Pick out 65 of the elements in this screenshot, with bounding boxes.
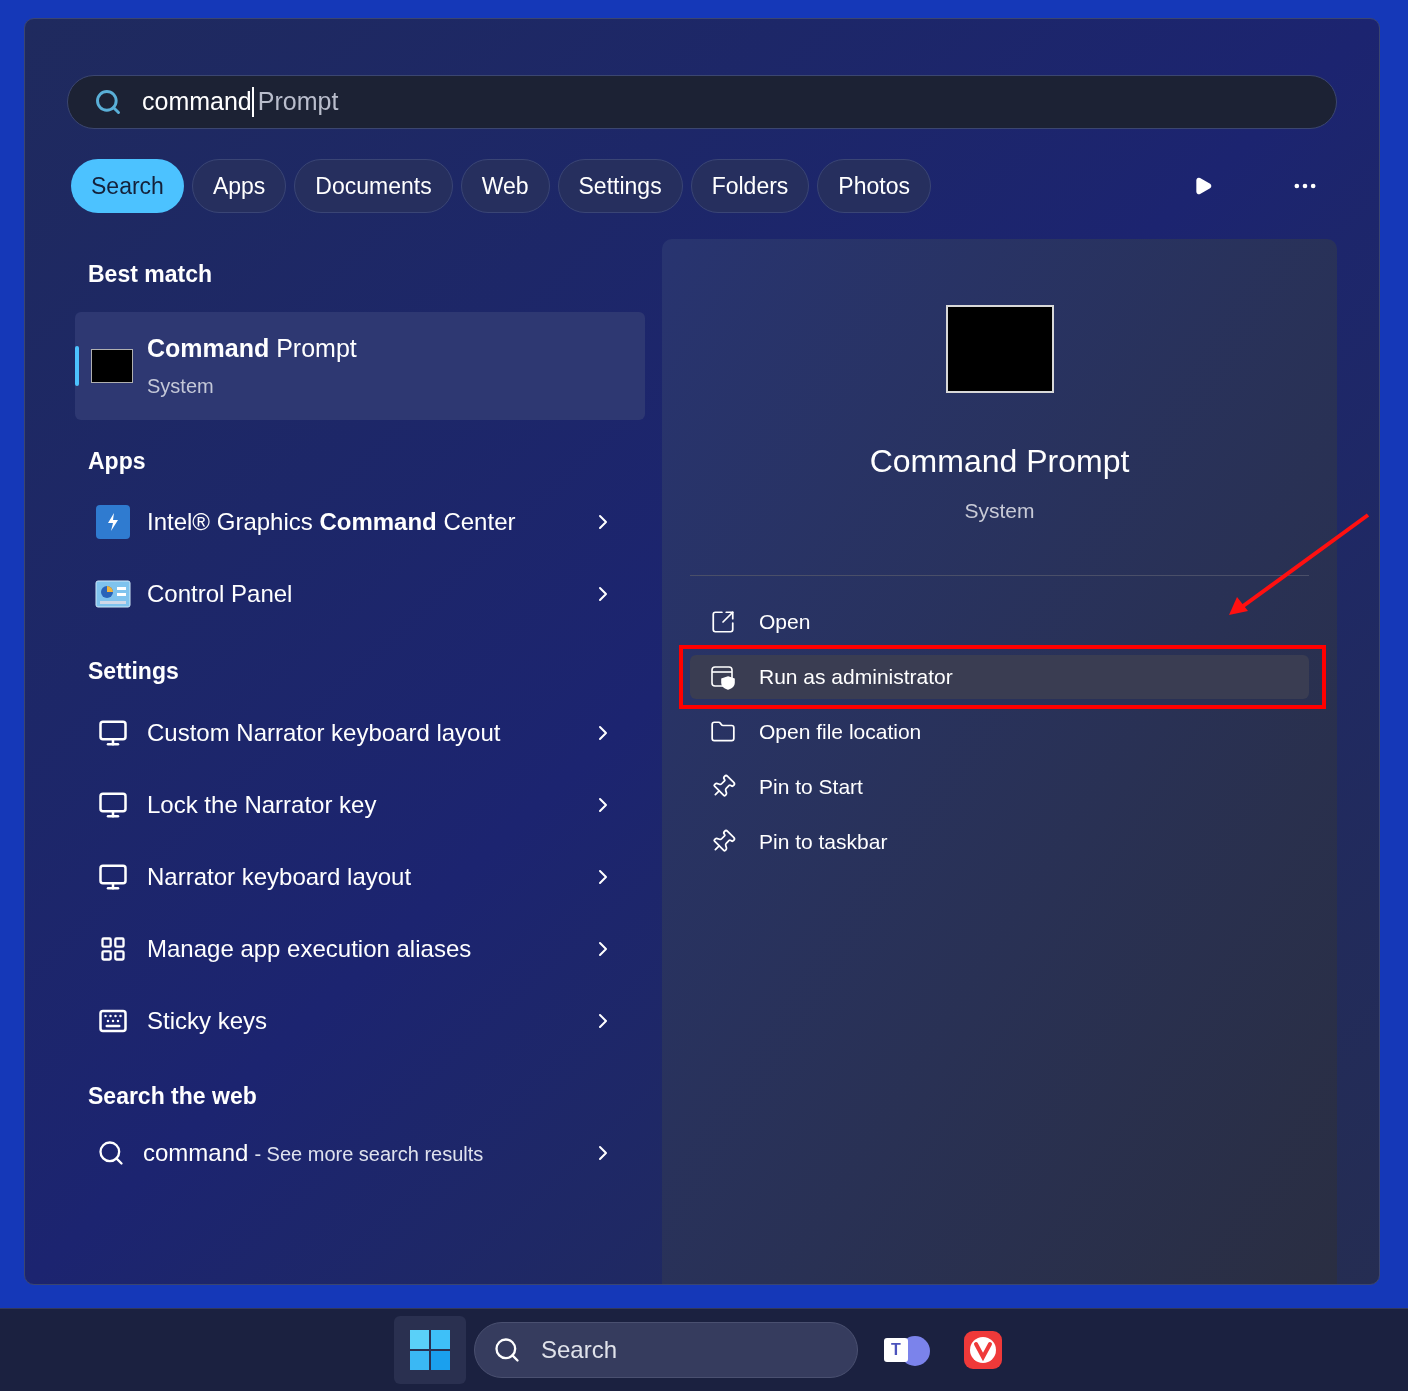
result-item[interactable]: Lock the Narrator key xyxy=(75,768,645,841)
window-shield-icon xyxy=(710,663,736,690)
filter-tab[interactable]: Search xyxy=(71,159,184,213)
filter-tab[interactable]: Apps xyxy=(191,159,287,213)
filter-tab[interactable]: Photos xyxy=(817,159,931,213)
result-item[interactable]: Narrator keyboard layout xyxy=(75,840,645,913)
result-label: Manage app execution aliases xyxy=(147,933,473,964)
result-label: Custom Narrator keyboard layout xyxy=(147,717,502,748)
app-title: Command Prompt xyxy=(869,442,1130,481)
filter-tab[interactable]: Settings xyxy=(557,159,683,213)
search-placeholder: Search xyxy=(541,1335,618,1365)
result-subtitle: System xyxy=(147,374,215,400)
terminal-icon xyxy=(91,348,133,383)
external-link-icon xyxy=(710,608,736,635)
result-item[interactable]: Sticky keys xyxy=(75,984,645,1057)
search-icon xyxy=(94,88,122,116)
query-input-field[interactable]: command Prompt xyxy=(67,75,1337,129)
section-heading: Apps xyxy=(88,446,147,476)
windows-logo-icon xyxy=(410,1330,450,1370)
result-title: Command Prompt xyxy=(147,332,357,364)
result-item[interactable]: Manage app execution aliases xyxy=(75,912,645,985)
app-icon xyxy=(96,505,130,539)
action-item[interactable]: Open xyxy=(690,599,1309,644)
result-label: Control Panel xyxy=(147,579,294,609)
filter-tab[interactable]: Documents xyxy=(294,159,453,213)
text-cursor xyxy=(251,87,254,117)
best-match-item[interactable]: Command Prompt System xyxy=(75,311,645,420)
control-panel-icon xyxy=(95,580,131,608)
search-value: command xyxy=(142,86,252,118)
filter-tab[interactable]: Folders xyxy=(690,159,810,213)
section-heading: Search the web xyxy=(88,1081,258,1111)
action-label: Pin to taskbar xyxy=(759,828,888,855)
search-icon xyxy=(493,1336,521,1364)
taskbar-search-box[interactable]: Search xyxy=(474,1322,858,1378)
search-completion: Prompt xyxy=(257,86,339,118)
action-item[interactable]: Run as administrator xyxy=(690,654,1309,699)
filter-tab[interactable]: Web xyxy=(460,159,550,213)
search-icon xyxy=(97,1139,125,1167)
section-heading: Settings xyxy=(88,657,180,686)
app-subtitle: System xyxy=(964,498,1035,524)
action-item[interactable]: Open file location xyxy=(690,709,1309,754)
vivaldi-logo-icon[interactable] xyxy=(964,1331,1002,1369)
result-label: Intel® Graphics Command Center xyxy=(147,507,517,537)
play-icon[interactable] xyxy=(1193,176,1213,196)
action-item[interactable]: Pin to taskbar xyxy=(690,819,1309,864)
result-label: Narrator keyboard layout xyxy=(147,861,413,892)
folder-icon xyxy=(710,718,736,745)
grid-icon xyxy=(99,934,127,963)
action-item[interactable]: Pin to Start xyxy=(690,764,1309,809)
web-hint: - See more search results xyxy=(254,1142,484,1167)
web-query: command xyxy=(143,1138,249,1168)
action-label: Run as administrator xyxy=(759,663,953,690)
result-label: Sticky keys xyxy=(147,1005,269,1036)
selection-indicator xyxy=(75,345,79,386)
result-item[interactable]: Control Panel xyxy=(75,558,645,630)
result-label: Lock the Narrator key xyxy=(147,789,378,820)
action-label: Open file location xyxy=(759,718,922,745)
action-label: Pin to Start xyxy=(759,773,863,800)
terminal-icon xyxy=(945,305,1054,393)
result-item[interactable]: Intel® Graphics Command Center xyxy=(75,486,645,558)
action-label: Open xyxy=(759,608,811,635)
web-search-item[interactable]: command - See more search results xyxy=(75,1117,645,1189)
result-item[interactable]: Custom Narrator keyboard layout xyxy=(75,696,645,769)
section-heading: Best match xyxy=(88,260,213,289)
start-button[interactable] xyxy=(394,1316,466,1384)
